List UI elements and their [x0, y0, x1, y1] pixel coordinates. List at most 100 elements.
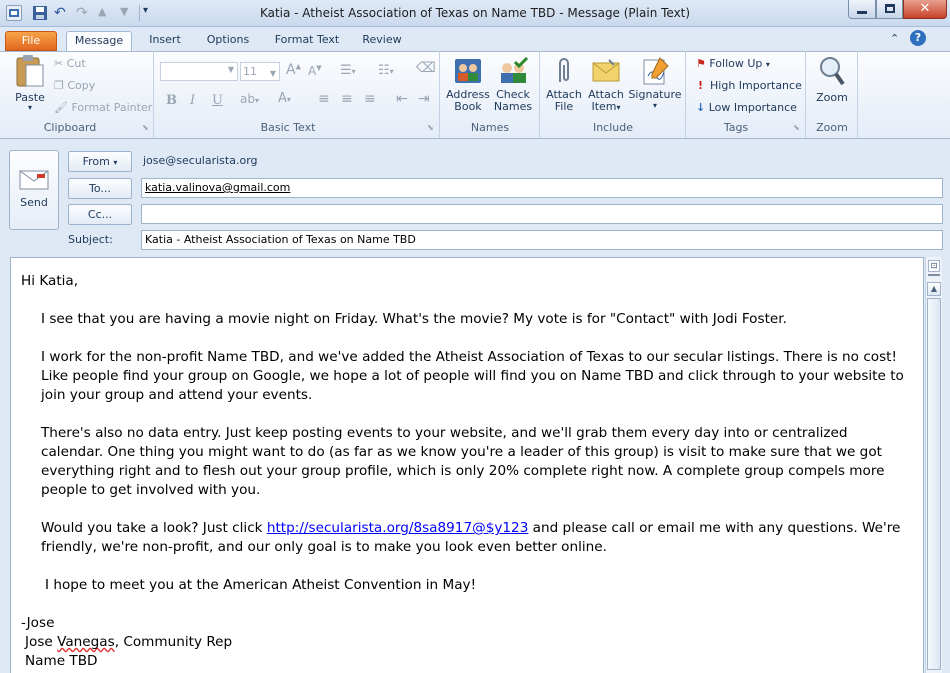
attach-file-button[interactable]: Attach File — [544, 56, 584, 113]
chevron-down-icon: ▾ — [113, 158, 118, 167]
tab-review[interactable]: Review — [354, 31, 410, 51]
cc-field[interactable] — [141, 204, 943, 224]
align-right-icon[interactable]: ≡ — [364, 91, 376, 107]
cut-button[interactable]: ✂ Cut — [54, 57, 86, 70]
low-importance-label: Low Importance — [708, 101, 797, 114]
from-label: From — [82, 155, 110, 168]
paragraph-1: I see that you are having a movie night … — [41, 311, 787, 327]
paste-dropdown-icon: ▾ — [27, 103, 32, 112]
cut-label: Cut — [66, 57, 86, 70]
magnifier-icon — [820, 57, 845, 86]
check-names-button[interactable]: Check Names — [492, 56, 534, 113]
paragraph-5: I hope to meet you at the American Athei… — [45, 577, 477, 593]
font-size-dropdown[interactable]: 11 ▼ — [240, 62, 280, 81]
address-book-button[interactable]: Address Book — [444, 56, 492, 113]
paste-icon — [16, 55, 44, 87]
scroll-thumb[interactable] — [927, 298, 941, 670]
copy-button[interactable]: ❐ Copy — [54, 79, 95, 92]
format-painter-label: Format Painter — [71, 101, 153, 114]
high-importance-button[interactable]: ! High Importance — [698, 79, 802, 92]
check-names-label-2: Names — [493, 100, 533, 113]
paste-button[interactable]: Paste ▾ — [10, 54, 50, 116]
align-left-icon[interactable]: ≡ — [318, 91, 330, 107]
signature-name: Jose Vanegas, Community Rep — [25, 634, 233, 650]
collapse-ribbon-icon[interactable]: ⌃ — [890, 32, 899, 45]
to-button[interactable]: To... — [68, 178, 132, 199]
send-button[interactable]: Send — [9, 150, 59, 230]
vertical-scrollbar[interactable]: ⊡ ▲ — [925, 257, 942, 673]
signature-org: Name TBD — [25, 653, 98, 669]
subject-field[interactable]: Katia - Atheist Association of Texas on … — [141, 230, 943, 250]
bullets-icon[interactable]: ☰▾ — [340, 63, 356, 78]
font-name-dropdown[interactable]: ▼ — [160, 62, 238, 81]
split-handle[interactable] — [928, 274, 940, 280]
exclamation-icon: ! — [698, 79, 704, 92]
decrease-indent-icon[interactable]: ⇤ — [396, 91, 408, 107]
zoom-group-label: Zoom — [816, 121, 848, 134]
tab-insert[interactable]: Insert — [140, 31, 190, 51]
signature-icon — [643, 57, 669, 85]
help-icon[interactable]: ? — [910, 30, 926, 46]
format-painter-icon: 🖌 — [54, 101, 68, 114]
maximize-button[interactable] — [876, 0, 903, 19]
highlight-icon[interactable]: ab▾ — [240, 92, 259, 106]
tab-format-text[interactable]: Format Text — [268, 31, 346, 51]
greeting: Hi Katia, — [21, 273, 79, 289]
tab-file[interactable]: File — [5, 31, 57, 51]
address-book-label-2: Book — [454, 100, 482, 113]
basic-text-launcher-icon[interactable]: ⬊ — [427, 123, 434, 132]
shrink-font-icon[interactable]: A▼ — [308, 64, 322, 78]
signature-button[interactable]: Signature ▾ — [628, 56, 682, 111]
to-field[interactable]: katia.valinova@gmail.com — [141, 178, 943, 198]
message-body[interactable]: Hi Katia, I see that you are having a mo… — [10, 257, 924, 673]
names-group-label: Names — [470, 121, 510, 134]
close-button[interactable]: ✕ — [903, 0, 947, 19]
down-arrow-icon: ↓ — [696, 101, 706, 114]
flag-icon: ⚑ — [696, 57, 706, 70]
font-color-icon[interactable]: A▾ — [278, 91, 291, 106]
format-painter-button[interactable]: 🖌 Format Painter — [54, 101, 152, 114]
low-importance-button[interactable]: ↓ Low Importance — [696, 101, 797, 114]
window-title: Katia - Atheist Association of Texas on … — [259, 6, 691, 20]
include-group-label: Include — [592, 121, 634, 134]
from-button[interactable]: From ▾ — [68, 151, 132, 172]
envelope-icon — [592, 59, 620, 82]
to-recipient[interactable]: katia.valinova@gmail.com — [145, 181, 290, 194]
cc-button[interactable]: Cc... — [68, 204, 132, 225]
signature-dash: -Jose — [21, 615, 55, 631]
tab-message[interactable]: Message — [66, 31, 132, 52]
paragraph-4: Would you take a look? Just click http:/… — [21, 519, 913, 557]
clipboard-group-label: Clipboard — [43, 121, 97, 134]
address-book-icon — [455, 59, 481, 83]
grow-font-icon[interactable]: A▲ — [286, 62, 301, 78]
tags-group-label: Tags — [723, 121, 749, 134]
numbering-icon[interactable]: ☷▾ — [378, 63, 394, 78]
attach-item-label-2: Item▾ — [591, 100, 621, 113]
profile-link[interactable]: http://secularista.org/8sa8917@$y123 — [267, 520, 528, 536]
bold-icon[interactable]: B — [166, 93, 177, 108]
chevron-down-icon: ▼ — [269, 69, 276, 78]
clipboard-launcher-icon[interactable]: ⬊ — [142, 123, 149, 132]
paragraph-4-start: Would you take a look? Just click — [41, 520, 267, 536]
copy-label: Copy — [67, 79, 96, 92]
send-icon — [19, 170, 49, 190]
italic-icon[interactable]: I — [190, 93, 195, 108]
increase-indent-icon[interactable]: ⇥ — [418, 91, 430, 107]
minimize-button[interactable] — [848, 0, 876, 19]
align-center-icon[interactable]: ≡ — [341, 91, 353, 107]
subject-label: Subject: — [68, 233, 113, 246]
send-label: Send — [20, 196, 48, 209]
follow-up-button[interactable]: ⚑ Follow Up ▾ — [696, 57, 770, 70]
chevron-down-icon: ▼ — [227, 65, 234, 74]
chevron-down-icon: ▾ — [765, 60, 770, 69]
scroll-up-arrow-icon[interactable]: ▲ — [927, 282, 941, 296]
copy-icon: ❐ — [54, 79, 64, 92]
tags-launcher-icon[interactable]: ⬊ — [793, 123, 800, 132]
attach-item-button[interactable]: Attach Item▾ — [586, 56, 626, 114]
clear-formatting-icon[interactable]: ⌫ — [416, 60, 436, 76]
tab-options[interactable]: Options — [198, 31, 258, 51]
underline-icon[interactable]: U — [212, 93, 223, 108]
paperclip-icon — [559, 58, 569, 82]
zoom-button[interactable]: Zoom — [810, 54, 854, 104]
view-ruler-icon[interactable]: ⊡ — [928, 260, 940, 272]
